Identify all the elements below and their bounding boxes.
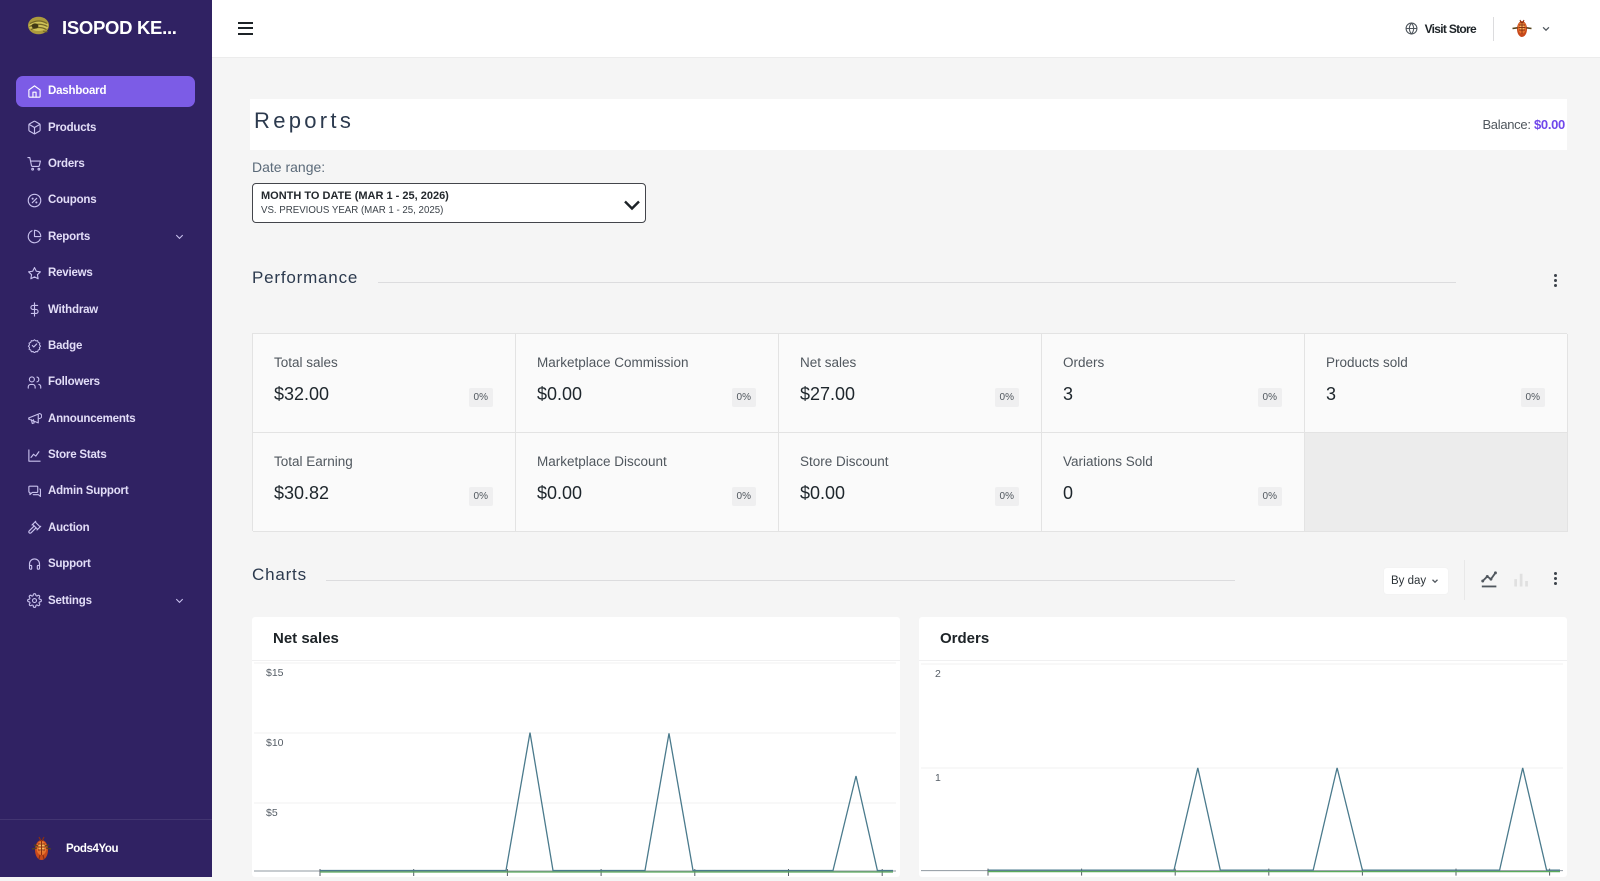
svg-text:$5: $5 xyxy=(266,807,278,819)
svg-text:$15: $15 xyxy=(266,667,284,679)
svg-text:1: 1 xyxy=(935,772,941,784)
svg-text:2: 2 xyxy=(935,668,941,680)
svg-text:$10: $10 xyxy=(266,737,284,749)
